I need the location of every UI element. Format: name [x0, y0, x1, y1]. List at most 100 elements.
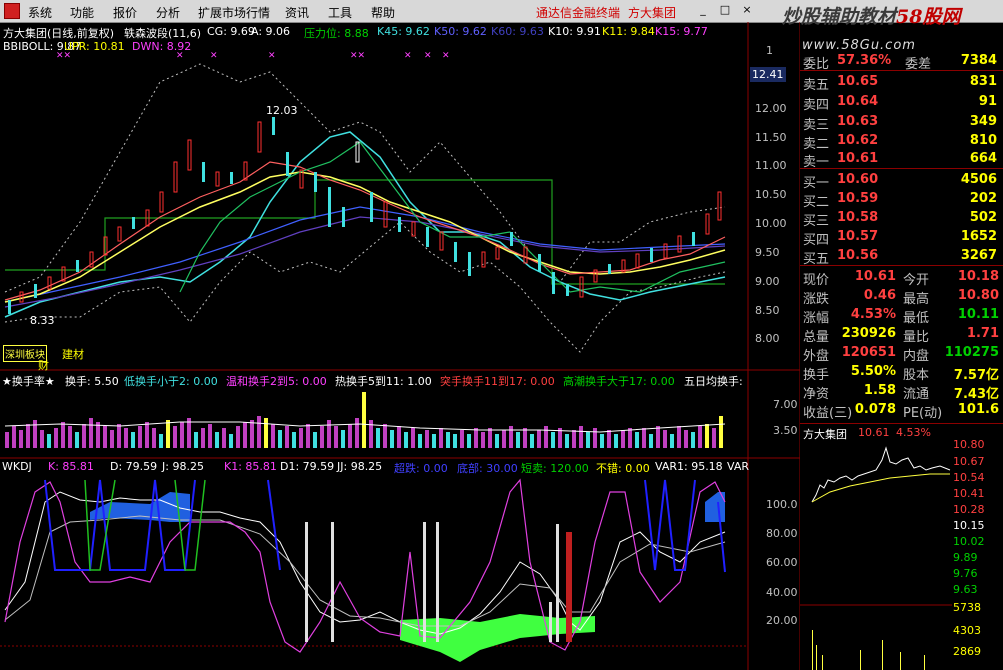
- bid-volume: 202: [969, 191, 997, 206]
- bid-volume: 1652: [960, 229, 997, 244]
- mini-axis-label: 9.76: [953, 567, 978, 580]
- turnover-sudden: 突手换手11到17: 0.00: [440, 375, 555, 388]
- mini-axis-label: 10.15: [953, 519, 985, 532]
- quote-divider: [800, 168, 1003, 169]
- svg-text:✕: ✕: [210, 51, 218, 61]
- menu-item-tools[interactable]: 工具: [328, 4, 352, 21]
- mini-volume-bars: [812, 630, 925, 670]
- bid-price: 10.59: [837, 191, 879, 206]
- mini-axis-label: 10.67: [953, 455, 985, 468]
- bid-volume: 502: [969, 210, 997, 225]
- stat-value: 10.80: [957, 288, 999, 303]
- kdj-axis-label: 100.0: [766, 498, 798, 511]
- stat-value: 4.53%: [850, 307, 896, 322]
- bid-row[interactable]: 买一 10.60 4506: [803, 170, 1001, 191]
- kdj-axis-label: 20.00: [766, 614, 798, 627]
- stat-value: 10.11: [957, 307, 999, 322]
- svg-text:✕: ✕: [176, 51, 184, 61]
- mini-vol-axis-label: 4303: [953, 624, 981, 637]
- sector-tag-building[interactable]: 建材: [62, 346, 84, 362]
- watermark-brand: 58股网: [896, 6, 961, 28]
- bid-row[interactable]: 买五 10.56 3267: [803, 246, 1001, 267]
- ask-price: 10.65: [837, 74, 879, 89]
- ask-row[interactable]: 卖五 10.65 831: [803, 72, 1001, 93]
- menu-item-quote[interactable]: 报价: [113, 4, 137, 21]
- kdj-axis-label: 40.00: [766, 586, 798, 599]
- stock-name-link[interactable]: 方大集团: [628, 4, 676, 21]
- bid-price: 10.58: [837, 210, 879, 225]
- bid-price: 10.57: [837, 229, 879, 244]
- yellow-ma-line: [4, 171, 726, 303]
- menu-item-system[interactable]: 系统: [28, 4, 52, 21]
- ask-row[interactable]: 卖四 10.64 91: [803, 92, 1001, 113]
- svg-text:✕✕: ✕✕: [350, 51, 365, 61]
- menu-item-help[interactable]: 帮助: [371, 4, 395, 21]
- sector-tag-finance[interactable]: 财: [38, 357, 49, 373]
- stat-row: 净资 1.58 流通 7.43亿: [803, 381, 1001, 402]
- ask-label: 卖四: [803, 98, 830, 113]
- menu-item-function[interactable]: 功能: [70, 4, 94, 21]
- bid-price: 10.60: [837, 172, 879, 187]
- mini-axis-label: 10.02: [953, 535, 985, 548]
- signal-markers: ✕✕ ✕ ✕ ✕ ✕✕ ✕ ✕ ✕: [56, 51, 450, 61]
- turnover-value: 换手: 5.50: [65, 375, 119, 388]
- app-logo-icon: [4, 3, 20, 19]
- kdj-var: VAR: [727, 460, 749, 473]
- kdj-var1: VAR1: 95.18: [655, 460, 723, 473]
- kdj-title: WKDJ: [2, 460, 32, 473]
- stat-label: 收益(三): [803, 406, 853, 421]
- ask-volume: 831: [969, 74, 997, 89]
- menu-item-analysis[interactable]: 分析: [156, 4, 180, 21]
- stat-value: 120651: [841, 345, 896, 360]
- maximize-button[interactable]: □: [719, 4, 731, 16]
- bid-row[interactable]: 买三 10.58 502: [803, 208, 1001, 229]
- kdj-oversold: 超跌: 0.00: [394, 462, 448, 475]
- price-axis-label: 8.00: [755, 332, 780, 345]
- ask-row[interactable]: 卖一 10.61 664: [803, 149, 1001, 170]
- mini-axis-label: 10.41: [953, 487, 985, 500]
- turnover-hot: 热换手5到11: 1.00: [335, 375, 432, 388]
- mini-vol-axis-label: 5738: [953, 601, 981, 614]
- stat-label: PE(动): [903, 406, 943, 421]
- stat-value: 1.58: [863, 383, 896, 398]
- weibi-row: 委比 57.36% 委差 7384: [803, 51, 1001, 72]
- ask-volume: 810: [969, 133, 997, 148]
- ask-row[interactable]: 卖三 10.63 349: [803, 112, 1001, 133]
- kdj-bottom: 底部: 30.00: [457, 462, 518, 475]
- close-button[interactable]: ×: [741, 4, 753, 16]
- low-price-label: 8.33: [30, 314, 55, 327]
- menu-item-news[interactable]: 资讯: [285, 4, 309, 21]
- blue-line: [4, 206, 726, 303]
- band-box-line: [5, 179, 725, 285]
- green-zone: [400, 614, 595, 662]
- svg-text:✕: ✕: [268, 51, 276, 61]
- price-axis-label: 11.00: [755, 159, 787, 172]
- kdj-d: D: 79.59: [110, 460, 158, 473]
- kdj-axis-label: 60.00: [766, 556, 798, 569]
- ask-row[interactable]: 卖二 10.62 810: [803, 131, 1001, 152]
- menu-item-ext-market[interactable]: 扩展市场行情: [198, 4, 270, 21]
- turnover-low: 低换手小于2: 0.00: [124, 375, 218, 388]
- ask-label: 卖五: [803, 78, 830, 93]
- stat-value: 10.18: [957, 269, 999, 284]
- price-axis-label: 12.00: [755, 102, 787, 115]
- stat-value: 10.61: [854, 269, 896, 284]
- quote-divider: [800, 423, 1003, 424]
- high-price-label: 12.03: [266, 104, 298, 117]
- mini-axis-label: 9.63: [953, 583, 978, 596]
- turnover-bars: [5, 392, 723, 448]
- svg-text:✕: ✕: [404, 51, 412, 61]
- red-ma-line: [4, 161, 726, 301]
- terminal-link[interactable]: 通达信金融终端: [536, 4, 620, 21]
- price-axis-label: 9.00: [755, 275, 780, 288]
- ask-volume: 349: [969, 114, 997, 129]
- kdj-j: J: 98.25: [162, 460, 204, 473]
- mini-vol-axis-label: 2869: [953, 645, 981, 658]
- turnover-title: ★换手率★: [2, 375, 55, 388]
- price-axis-label: 9.50: [755, 246, 780, 259]
- price-axis-label: 11.50: [755, 131, 787, 144]
- chart-canvas: ✕✕ ✕ ✕ ✕ ✕✕ ✕ ✕ ✕: [0, 22, 800, 670]
- minimize-button[interactable]: _: [697, 4, 709, 16]
- bid-row[interactable]: 买四 10.57 1652: [803, 227, 1001, 248]
- bid-row[interactable]: 买二 10.59 202: [803, 189, 1001, 210]
